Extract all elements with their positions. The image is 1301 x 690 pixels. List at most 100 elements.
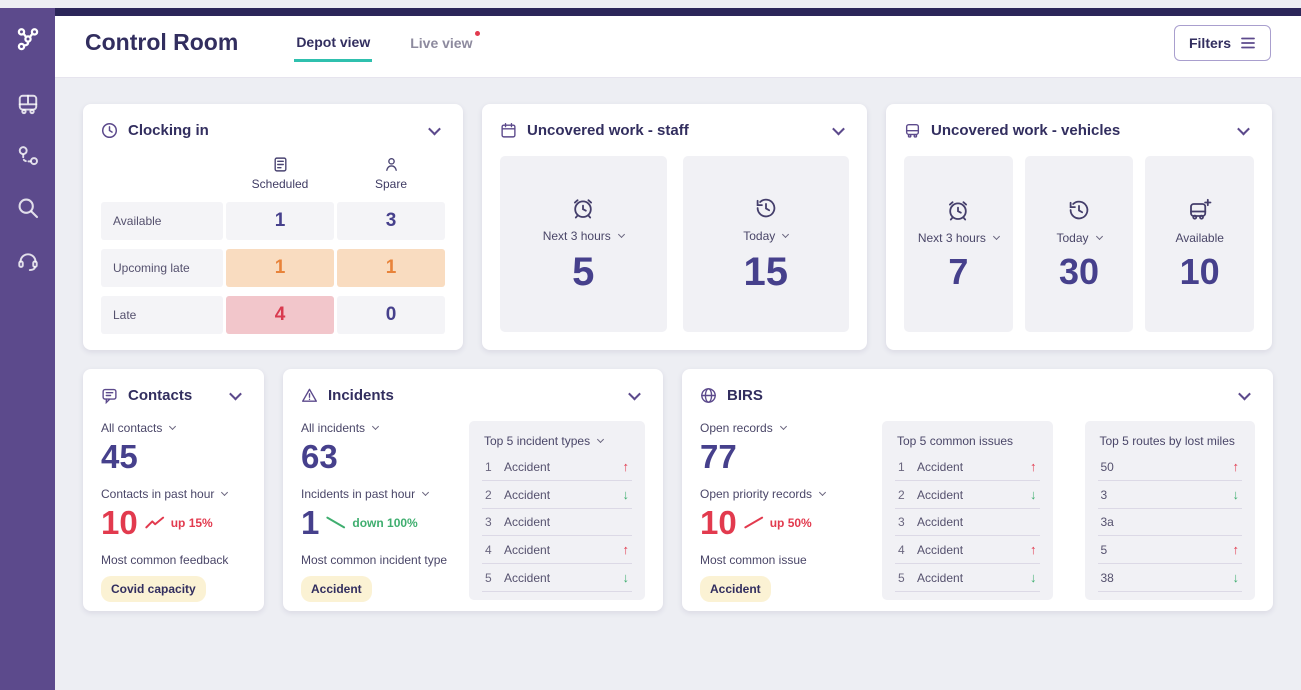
tab-live-view-label: Live view [410, 35, 473, 51]
item-label: Accident [917, 542, 964, 557]
vehicles-next-3-hours-value: 7 [948, 251, 969, 292]
column-scheduled: Scheduled [226, 154, 334, 193]
item-rank: 1 [898, 459, 905, 474]
top-routes-lost-miles-panel: Top 5 routes by lost miles 50 3 3a [1084, 421, 1255, 600]
list-item: 2 Accident [895, 481, 1040, 509]
open-records-dropdown[interactable]: Open records [700, 421, 864, 435]
staff-next-3-hours-value: 5 [572, 250, 595, 294]
uncovered-vehicles-title: Uncovered work - vehicles [931, 122, 1121, 139]
all-incidents-label: All incidents [301, 421, 366, 435]
trend-arrow-icon [623, 487, 630, 502]
filters-button-label: Filters [1188, 34, 1231, 51]
trend-arrow-icon [1233, 542, 1240, 557]
sidebar-route-icon[interactable] [16, 144, 40, 168]
contacts-trend-text: up 15% [170, 515, 213, 530]
vehicles-next-3-hours-dropdown[interactable]: Next 3 hours [918, 231, 1000, 245]
list-item: 5 [1097, 536, 1242, 564]
top-common-issues-title: Top 5 common issues [897, 434, 1014, 448]
tab-depot-view-label: Depot view [296, 33, 371, 50]
hamburger-icon [1240, 36, 1256, 50]
incidents-past-hour-dropdown[interactable]: Incidents in past hour [301, 487, 451, 501]
incident-type-badge: Accident [301, 575, 372, 602]
available-spare-value: 3 [337, 202, 445, 240]
schedule-icon [272, 156, 289, 173]
sidebar-headset-icon[interactable] [16, 248, 40, 272]
contacts-title: Contacts [128, 387, 193, 404]
sidebar-search-icon[interactable] [16, 196, 40, 220]
vehicles-available-panel: Available 10 [1145, 156, 1255, 332]
uncovered-vehicles-panels: Next 3 hours 7 Today 30 Available 10 [886, 154, 1272, 350]
open-priority-records-dropdown[interactable]: Open priority records [700, 487, 864, 501]
globe-icon [700, 387, 717, 404]
vehicles-today-dropdown[interactable]: Today [1056, 231, 1103, 245]
most-common-issue-label: Most common issue [700, 552, 807, 567]
chevron-down-icon [169, 422, 177, 431]
birs-title: BIRS [727, 387, 763, 404]
uncovered-vehicles-header: Uncovered work - vehicles [886, 104, 1272, 154]
uncovered-staff-header: Uncovered work - staff [482, 104, 867, 154]
item-label: Accident [504, 459, 551, 474]
item-rank: 5 [485, 570, 492, 585]
history-clock-icon [754, 196, 778, 220]
clocking-in-collapse-button[interactable] [424, 119, 445, 142]
person-icon [383, 156, 400, 173]
contacts-trend-row: 10 up 15% [101, 504, 246, 542]
staff-next-3-hours-dropdown[interactable]: Next 3 hours [543, 229, 625, 243]
staff-today-dropdown[interactable]: Today [743, 229, 790, 243]
uncovered-staff-collapse-button[interactable] [828, 119, 849, 142]
contacts-stats: All contacts 45 Contacts in past hour 10 [83, 419, 264, 618]
chevron-down-icon [617, 230, 625, 239]
birs-collapse-button[interactable] [1234, 384, 1255, 407]
chevron-down-icon [1237, 122, 1250, 136]
all-incidents-value: 63 [301, 438, 338, 475]
app-logo-network-icon[interactable] [15, 26, 41, 52]
uncovered-staff-panels: Next 3 hours 5 Today 15 [482, 154, 867, 350]
incidents-trend-text: down 100% [352, 515, 418, 530]
all-contacts-dropdown[interactable]: All contacts [101, 421, 246, 435]
view-tabs: Depot view Live view [294, 24, 481, 62]
item-label: Accident [917, 487, 964, 502]
clocking-in-card: Clocking in Scheduled Spare Available 1 … [83, 104, 463, 350]
uncovered-staff-card: Uncovered work - staff Next 3 hours 5 To… [482, 104, 867, 350]
incidents-title: Incidents [328, 387, 394, 404]
sidebar-bus-icon[interactable] [16, 92, 40, 116]
birs-trend-row: 10 up 50% [700, 504, 864, 542]
upcoming-late-scheduled-value: 1 [226, 249, 334, 287]
list-item: 3 Accident [482, 509, 632, 536]
clocking-in-title: Clocking in [128, 122, 209, 139]
contacts-collapse-button[interactable] [225, 384, 246, 407]
list-item: 3 Accident [895, 509, 1040, 536]
top-incident-types-title: Top 5 incident types [484, 434, 591, 448]
chevron-down-icon [597, 435, 605, 444]
late-spare-value: 0 [337, 296, 445, 334]
chevron-down-icon [422, 488, 430, 496]
tab-depot-view[interactable]: Depot view [294, 24, 373, 62]
vehicles-today-label: Today [1056, 231, 1089, 245]
incidents-past-hour-label: Incidents in past hour [301, 486, 416, 501]
item-rank: 4 [485, 542, 492, 557]
chevron-down-icon [832, 122, 845, 136]
chat-icon [101, 387, 118, 404]
filters-button[interactable]: Filters [1173, 24, 1271, 61]
item-rank: 1 [485, 459, 492, 474]
vehicles-today-panel: Today 30 [1024, 156, 1134, 332]
chevron-down-icon [819, 488, 827, 496]
trend-arrow-icon [623, 459, 630, 474]
clock-icon [101, 122, 118, 139]
uncovered-vehicles-collapse-button[interactable] [1233, 119, 1254, 142]
row-available-label: Available [101, 202, 223, 240]
all-incidents-dropdown[interactable]: All incidents [301, 421, 451, 435]
top-incident-types-dropdown[interactable]: Top 5 incident types [482, 432, 632, 450]
vehicles-available-label-row: Available [1175, 231, 1223, 245]
incidents-trend: down 100% [326, 515, 418, 530]
vehicles-today-value: 30 [1058, 251, 1100, 292]
item-rank: 4 [898, 542, 905, 557]
incidents-collapse-button[interactable] [624, 384, 645, 407]
uncovered-vehicles-card: Uncovered work - vehicles Next 3 hours 7 [886, 104, 1272, 350]
contacts-past-hour-dropdown[interactable]: Contacts in past hour [101, 487, 246, 501]
tab-live-view[interactable]: Live view [408, 25, 481, 60]
all-contacts-value: 45 [101, 438, 138, 475]
open-records-value: 77 [700, 438, 737, 475]
birs-trend: up 50% [744, 516, 812, 530]
bus-icon [904, 122, 921, 139]
